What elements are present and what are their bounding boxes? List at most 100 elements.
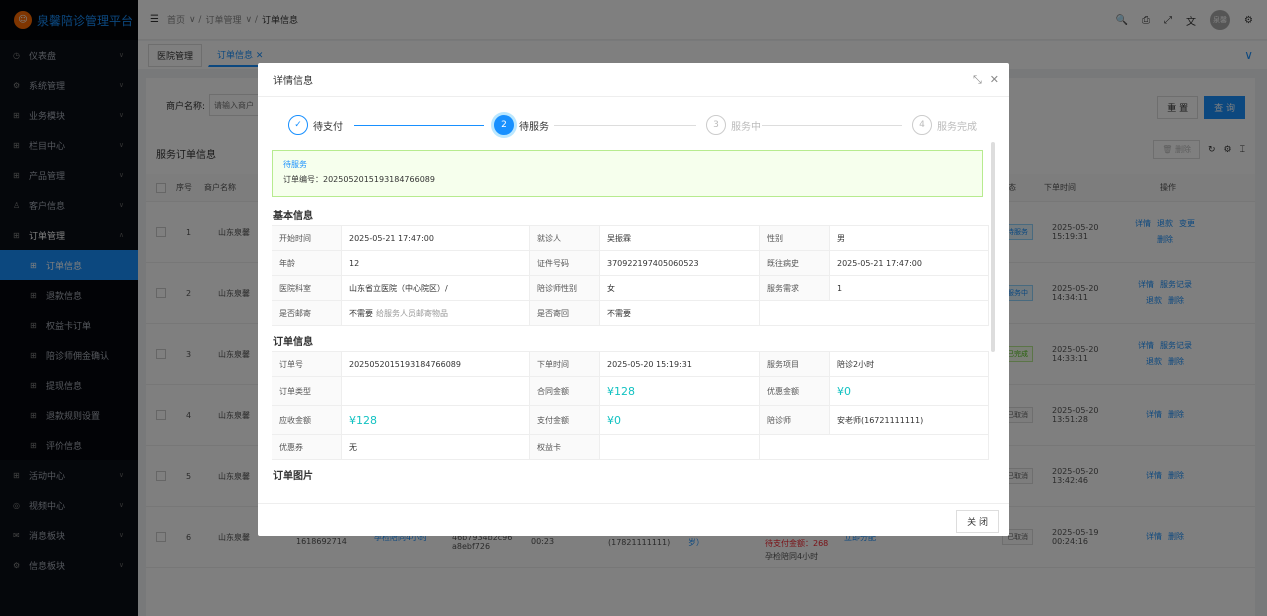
info-value [342,377,530,405]
info-label: 订单类型 [272,377,342,405]
step-label: 服务完成 [937,121,977,133]
order-info-title: 订单信息 [273,337,313,348]
step-icon: 3 [706,115,726,135]
info-label: 权益卡 [530,435,600,459]
info-value-text: 2025-05-20 15:19:31 [607,359,692,369]
info-label: 支付金额 [530,406,600,434]
info-value-text: 山东省立医院（中心院区）/ [349,283,448,293]
info-value: 男 [830,226,989,250]
scrollbar[interactable] [991,142,995,352]
detail-modal: 详情信息 ⤡ ✕ ✓ 待支付 2 待服务 3 服务中 4 服务完成 待服务 订单编号：20250… [258,63,1009,536]
info-label: 是否寄回 [530,301,600,325]
modal-title: 详情信息 [273,76,313,87]
info-label: 陪诊师性别 [530,276,600,300]
info-value: 2025-05-20 15:19:31 [600,352,760,376]
info-value-text: 无 [349,442,357,452]
modal-footer: 关 闭 [258,503,1009,536]
info-value-text: 370922197405060523 [607,258,699,268]
info-row: 医院科室 山东省立医院（中心院区）/ 陪诊师性别女 服务需求 1 [272,276,989,301]
info-value: 安老师(16721111111) [830,406,989,434]
info-value: 吴振霖 [600,226,760,250]
info-label: 陪诊师 [760,406,830,434]
info-label: 服务项目 [760,352,830,376]
info-value: 不需要 [600,301,760,325]
info-label: 既往病史 [760,251,830,275]
info-value: 无 [342,435,530,459]
info-value: 20250520151931847660​89 [342,352,530,376]
info-value: 370922197405060523 [600,251,760,275]
info-value-text: 不需要 [349,308,373,318]
info-value: ¥128 [600,377,760,405]
info-value-text: ¥0 [837,384,851,398]
info-value: 女 [600,276,760,300]
info-value: ¥0 [830,377,989,405]
step-2: 2 待服务 [494,115,549,135]
info-value: 不需要 给服务人员邮寄物品 [342,301,530,325]
info-value-text: ¥128 [349,413,377,427]
info-value: 山东省立医院（中心院区）/ [342,276,530,300]
info-value-text: 男 [837,233,845,243]
step-line [554,125,696,126]
info-label: 优惠券 [272,435,342,459]
alert-status: 待服务 [283,160,307,169]
info-row: 年龄 12 证件号码 370922197405060523 既往病史 2025-05-21… [272,251,989,276]
basic-info-title: 基本信息 [273,211,313,222]
step-icon: ✓ [288,115,308,135]
info-value: 陪诊2小时 [830,352,989,376]
step-icon: 4 [912,115,932,135]
info-value-text: 12 [349,258,360,268]
info-label: 年龄 [272,251,342,275]
info-label: 证件号码 [530,251,600,275]
modal-body: ✓ 待支付 2 待服务 3 服务中 4 服务完成 待服务 订单编号：2025052015193… [258,97,1009,507]
steps: ✓ 待支付 2 待服务 3 服务中 4 服务完成 [288,115,988,137]
step-label: 服务中 [731,121,761,133]
info-value-text: 吴振霖 [607,233,631,243]
info-value: 2025-05-21 17:47:00 [830,251,989,275]
info-value-note: 给服务人员邮寄物品 [376,308,448,318]
info-label: 订单号 [272,352,342,376]
info-value-text: 2025-05-21 17:47:00 [349,233,434,243]
info-value-text: 20250520151931847660​89 [349,359,461,369]
info-label: 下单时间 [530,352,600,376]
info-row: 是否邮寄 不需要 给服务人员邮寄物品 是否寄回 不需要 [272,301,989,326]
info-value: ¥128 [342,406,530,434]
step-3: 3 服务中 [706,115,761,135]
info-row: 优惠券无 权益卡 [272,435,989,460]
close-button[interactable]: 关 闭 [956,510,999,533]
info-filler [760,301,989,325]
info-row: 订单号 20250520151931847660​89 下单时间 2025-05-20… [272,352,989,377]
info-value: 1 [830,276,989,300]
info-value-text: ¥128 [607,384,635,398]
order-image-title: 订单图片 [273,471,313,482]
maximize-icon[interactable]: ⤡ [973,73,982,87]
order-info-grid: 订单号 20250520151931847660​89 下单时间 2025-05-20… [272,351,989,460]
info-label: 合同金额 [530,377,600,405]
info-label: 就诊人 [530,226,600,250]
info-label: 医院科室 [272,276,342,300]
modal-header: 详情信息 ⤡ ✕ [258,63,1009,97]
step-line [762,125,902,126]
close-icon[interactable]: ✕ [990,73,999,87]
step-4: 4 服务完成 [912,115,977,135]
step-icon: 2 [494,115,514,135]
info-filler [760,435,989,459]
alert-order-no: 订单编号：20250520151931847660​89 [283,175,435,184]
info-row: 订单类型 合同金额 ¥128 优惠金额 ¥0 [272,377,989,406]
info-row: 应收金额 ¥128 支付金额 ¥0 陪诊师 安老师(16721111111) [272,406,989,435]
info-row: 开始时间 2025-05-21 17:47:00 就诊人 吴振霖 性别男 [272,226,989,251]
step-1: ✓ 待支付 [288,115,343,135]
info-value-text: 安老师(16721111111) [837,415,924,425]
info-value-text: 不需要 [607,308,631,318]
info-value [600,435,760,459]
info-label: 开始时间 [272,226,342,250]
info-label: 是否邮寄 [272,301,342,325]
step-label: 待支付 [313,121,343,133]
info-label: 性别 [760,226,830,250]
info-value: 2025-05-21 17:47:00 [342,226,530,250]
status-alert: 待服务 订单编号：20250520151931847660​89 [272,150,983,197]
info-label: 应收金额 [272,406,342,434]
info-value-text: 2025-05-21 17:47:00 [837,258,922,268]
info-label: 服务需求 [760,276,830,300]
info-label: 优惠金额 [760,377,830,405]
info-value-text: 陪诊2小时 [837,359,875,369]
